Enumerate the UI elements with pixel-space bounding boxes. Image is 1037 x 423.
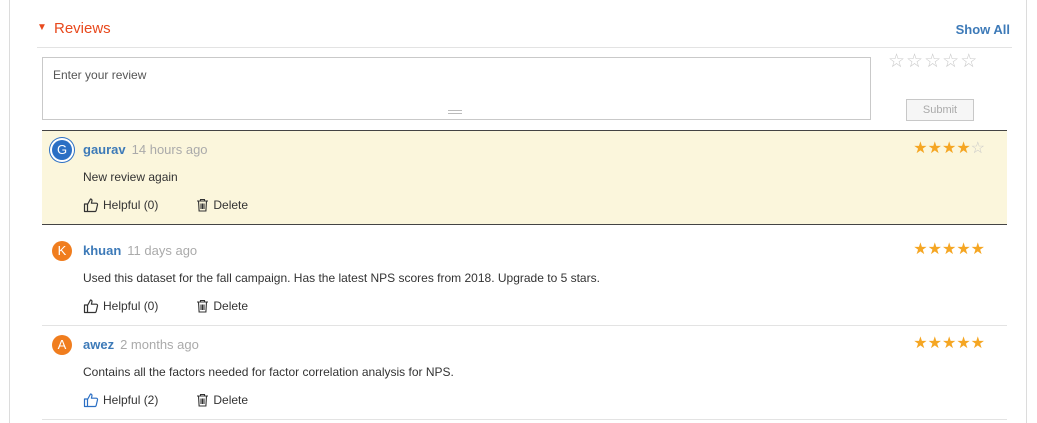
review-input-box: [42, 57, 871, 120]
star-filled-icon: ★: [913, 140, 928, 157]
review-actions: Helpful (0) Delete: [83, 298, 248, 314]
review-author[interactable]: gaurav: [83, 142, 126, 157]
star-filled-icon: ★: [913, 241, 928, 258]
delete-button[interactable]: Delete: [196, 198, 248, 212]
review-author[interactable]: khuan: [83, 243, 121, 258]
thumbs-up-icon: [83, 393, 99, 408]
rating-star-2-icon[interactable]: ☆: [906, 52, 923, 72]
review-actions: Helpful (2) Delete: [83, 392, 248, 408]
delete-label: Delete: [213, 299, 249, 313]
helpful-label: Helpful (0): [103, 198, 159, 212]
review-time: 2 months ago: [120, 337, 199, 352]
helpful-button[interactable]: Helpful (2): [83, 392, 158, 408]
rating-star-5-icon[interactable]: ☆: [960, 52, 977, 72]
avatar: A: [52, 335, 72, 355]
helpful-button[interactable]: Helpful (0): [83, 298, 158, 314]
review-text: New review again: [83, 170, 178, 184]
reviews-header: ▼ Reviews Show All: [37, 20, 1012, 48]
review-meta: awez 2 months ago: [83, 337, 199, 352]
review-time: 14 hours ago: [131, 142, 208, 157]
review-item: K khuan 11 days ago Used this dataset for…: [42, 232, 1007, 326]
star-filled-icon: ★: [913, 335, 928, 352]
submit-button[interactable]: Submit: [906, 99, 974, 121]
trash-icon: [197, 393, 209, 407]
review-rating: ★ ★ ★ ★ ★: [913, 241, 985, 259]
trash-icon: [197, 299, 209, 313]
review-text: Used this dataset for the fall campaign.…: [83, 271, 600, 285]
star-filled-icon: ★: [970, 335, 985, 352]
panel-right-border: [1026, 0, 1027, 423]
star-filled-icon: ★: [927, 335, 942, 352]
review-rating: ★ ★ ★ ★ ★: [913, 335, 985, 353]
star-filled-icon: ★: [941, 241, 957, 258]
avatar: G: [52, 140, 72, 160]
star-filled-icon: ★: [956, 140, 971, 157]
star-filled-icon: ★: [956, 335, 971, 352]
section-title: Reviews: [54, 20, 111, 37]
rating-input: ☆ ☆ ☆ ☆ ☆: [888, 52, 977, 72]
star-empty-icon: ☆: [970, 140, 985, 157]
rating-star-1-icon[interactable]: ☆: [888, 52, 905, 72]
review-actions: Helpful (0) Delete: [83, 197, 248, 213]
review-text: Contains all the factors needed for fact…: [83, 365, 454, 379]
review-meta: khuan 11 days ago: [83, 243, 197, 258]
star-filled-icon: ★: [927, 140, 942, 157]
review-item: A awez 2 months ago Contains all the fact…: [42, 326, 1007, 420]
review-meta: gaurav 14 hours ago: [83, 142, 208, 157]
helpful-label: Helpful (2): [103, 393, 159, 407]
star-filled-icon: ★: [956, 241, 971, 258]
delete-button[interactable]: Delete: [196, 299, 248, 313]
star-filled-icon: ★: [941, 335, 957, 352]
delete-label: Delete: [213, 393, 249, 407]
star-filled-icon: ★: [970, 241, 985, 258]
delete-label: Delete: [213, 198, 249, 212]
panel-left-border: [9, 0, 10, 423]
review-time: 11 days ago: [127, 243, 198, 258]
helpful-button[interactable]: Helpful (0): [83, 197, 158, 213]
thumbs-up-icon: [83, 299, 99, 314]
delete-button[interactable]: Delete: [196, 393, 248, 407]
review-item: G gaurav 14 hours ago New review again He…: [42, 130, 1007, 225]
helpful-label: Helpful (0): [103, 299, 159, 313]
rating-star-4-icon[interactable]: ☆: [942, 52, 959, 72]
review-author[interactable]: awez: [83, 337, 114, 352]
resize-grip-icon[interactable]: [448, 110, 462, 114]
thumbs-up-icon: [83, 198, 99, 213]
star-filled-icon: ★: [927, 241, 942, 258]
trash-icon: [197, 198, 209, 212]
triangle-down-icon[interactable]: ▼: [37, 22, 47, 33]
show-all-link[interactable]: Show All: [956, 22, 1010, 37]
star-filled-icon: ★: [941, 140, 957, 157]
avatar: K: [52, 241, 72, 261]
rating-star-3-icon[interactable]: ☆: [924, 52, 941, 72]
review-rating: ★ ★ ★ ★ ☆: [913, 140, 985, 158]
